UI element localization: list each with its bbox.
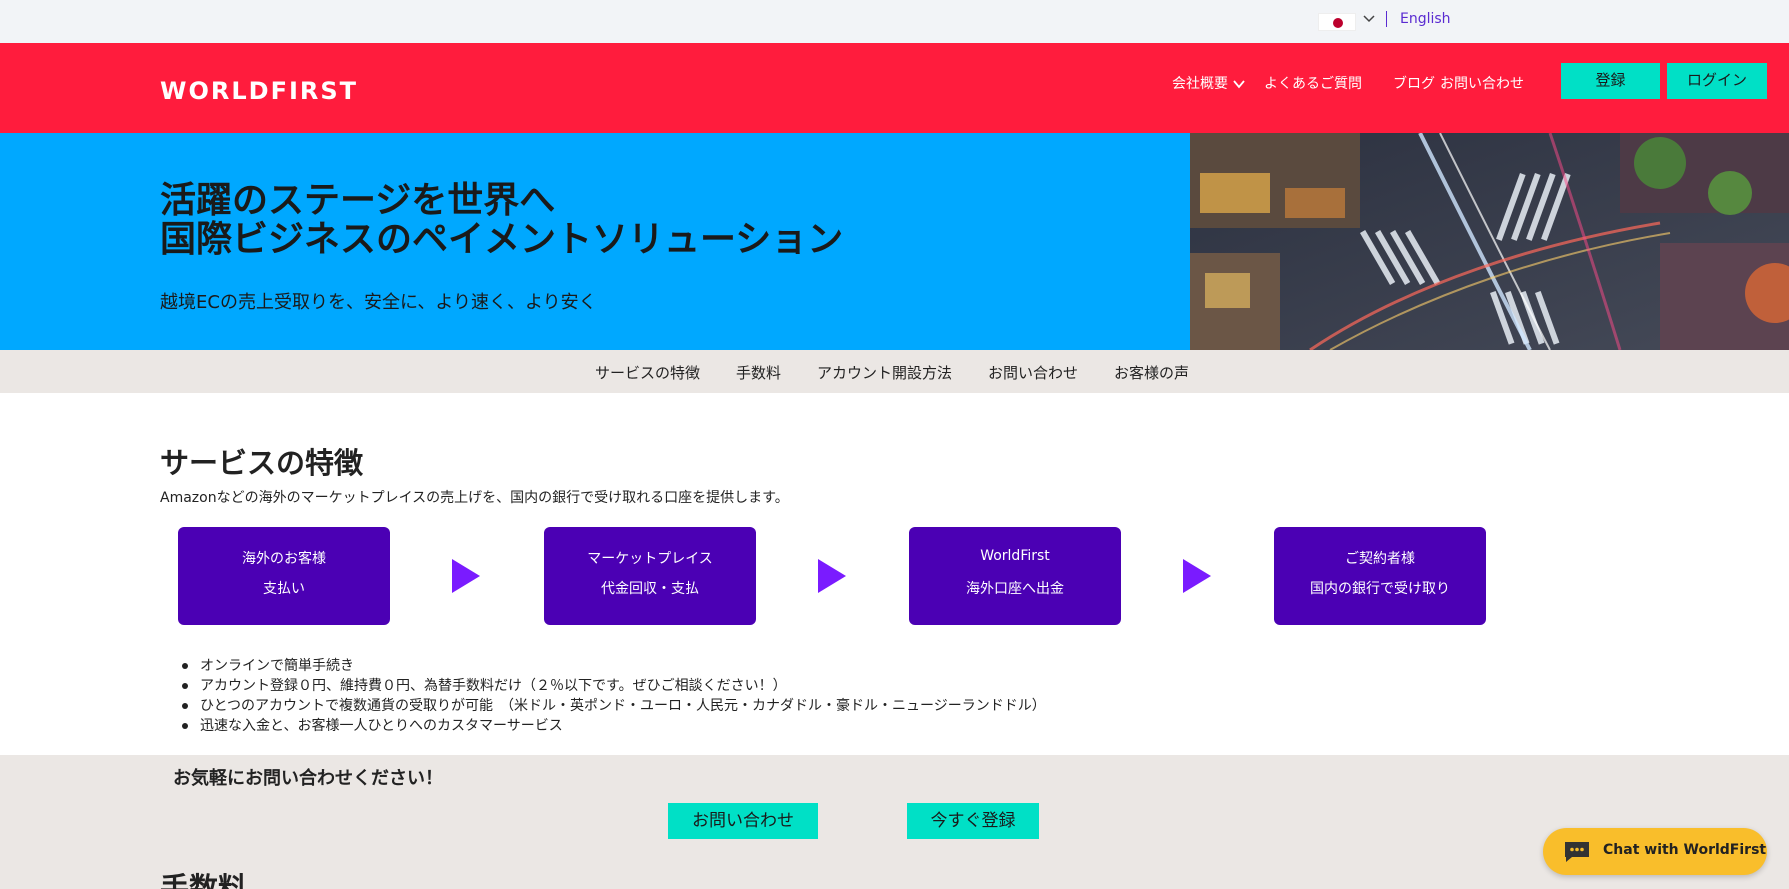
chevron-down-icon[interactable] — [1233, 79, 1245, 89]
list-item: 迅速な入金と、お客様一人ひとりへのカスタマーサービス — [182, 716, 1046, 736]
section-subnav: サービスの特徴 手数料 アカウント開設方法 お問い合わせ お客様の声 — [0, 350, 1789, 393]
list-item: ひとつのアカウントで複数通貨の受取りが可能 （米ドル・英ポンド・ユーロ・人民元・… — [182, 698, 1046, 714]
nav-faq[interactable]: よくあるご質問 — [1264, 73, 1362, 93]
flow-step-line2: 代金回収・支払 — [601, 581, 699, 597]
subnav-contact[interactable]: お問い合わせ — [988, 362, 1078, 383]
subnav-fees[interactable]: 手数料 — [736, 362, 781, 383]
nav-blog[interactable]: ブログ — [1393, 73, 1435, 93]
flow-step-worldfirst: WorldFirst 海外口座へ出金 — [909, 527, 1121, 625]
flow-step-line1: 海外のお客様 — [242, 551, 326, 567]
nav-contact[interactable]: お問い合わせ — [1440, 73, 1524, 93]
chat-with-worldfirst-button[interactable]: Chat with WorldFirst — [1543, 828, 1767, 875]
flow-step-line1: WorldFirst — [980, 548, 1050, 564]
hero-image-graphic — [1190, 133, 1789, 350]
hero-title: 活躍のステージを世界へ 国際ビジネスのペイメントソリューション — [160, 181, 843, 259]
register-button[interactable]: 登録 — [1561, 63, 1660, 99]
chevron-down-icon[interactable] — [1363, 12, 1375, 24]
hero-title-line1: 活躍のステージを世界へ — [160, 180, 556, 221]
flow-step-line1: マーケットプレイス — [587, 551, 713, 567]
utility-bar: English — [0, 0, 1789, 43]
flow-step-line1: ご契約者様 — [1345, 551, 1415, 567]
fees-section-title: 手数料 — [160, 871, 248, 889]
hero-subtitle: 越境ECの売上受取りを、安全に、より速く、より安く — [160, 292, 597, 313]
flow-step-line2: 支払い — [263, 581, 305, 597]
list-item: アカウント登録０円、維持費０円、為替手数料だけ（２％以下です。ぜひご相談ください… — [182, 676, 1046, 696]
subnav-testimonials[interactable]: お客様の声 — [1114, 362, 1189, 383]
login-button[interactable]: ログイン — [1667, 63, 1767, 99]
flow-step-line2: 国内の銀行で受け取り — [1310, 581, 1450, 597]
hero-city-crossing-image — [1190, 133, 1789, 350]
play-arrow-icon — [818, 559, 846, 593]
flow-step-overseas-customer: 海外のお客様 支払い — [178, 527, 390, 625]
language-english-link[interactable]: English — [1400, 11, 1451, 27]
flag-circle — [1333, 18, 1343, 28]
cta-register-now-button[interactable]: 今すぐ登録 — [907, 803, 1039, 839]
play-arrow-icon — [1183, 559, 1211, 593]
subnav-features[interactable]: サービスの特徴 — [595, 362, 700, 383]
list-item: オンラインで簡単手続き — [182, 656, 1046, 676]
subnav-account-opening[interactable]: アカウント開設方法 — [817, 362, 952, 383]
flow-step-marketplace: マーケットプレイス 代金回収・支払 — [544, 527, 756, 625]
flow-step-client: ご契約者様 国内の銀行で受け取り — [1274, 527, 1486, 625]
features-title: サービスの特徴 — [160, 446, 364, 480]
contact-cta-section: お気軽にお問い合わせください！ お問い合わせ 今すぐ登録 手数料 — [0, 755, 1789, 889]
site-header: WORLDFIRST 会社概要 よくあるご質問 ブログ お問い合わせ 登録 ログ… — [0, 43, 1789, 133]
japan-flag-icon[interactable] — [1318, 13, 1356, 31]
chat-label: Chat with WorldFirst — [1603, 842, 1767, 858]
hero-title-line2: 国際ビジネスのペイメントソリューション — [160, 219, 844, 260]
chat-bubble-icon — [1565, 842, 1589, 862]
worldfirst-logo[interactable]: WORLDFIRST — [160, 77, 358, 105]
nav-company[interactable]: 会社概要 — [1172, 73, 1228, 93]
features-description: Amazonなどの海外のマーケットプレイスの売上げを、国内の銀行で受け取れる口座… — [160, 490, 789, 506]
page: English WORLDFIRST 会社概要 よくあるご質問 ブログ お問い合… — [0, 0, 1789, 889]
flow-step-line2: 海外口座へ出金 — [966, 581, 1064, 597]
play-arrow-icon — [452, 559, 480, 593]
cta-title: お気軽にお問い合わせください！ — [173, 768, 443, 789]
page-content: English WORLDFIRST 会社概要 よくあるご質問 ブログ お問い合… — [0, 0, 1789, 889]
cta-contact-button[interactable]: お問い合わせ — [668, 803, 818, 839]
language-separator — [1386, 11, 1387, 27]
hero-banner: 活躍のステージを世界へ 国際ビジネスのペイメントソリューション 越境ECの売上受… — [0, 133, 1190, 350]
features-bullet-list: オンラインで簡単手続き アカウント登録０円、維持費０円、為替手数料だけ（２％以下… — [182, 656, 1046, 736]
